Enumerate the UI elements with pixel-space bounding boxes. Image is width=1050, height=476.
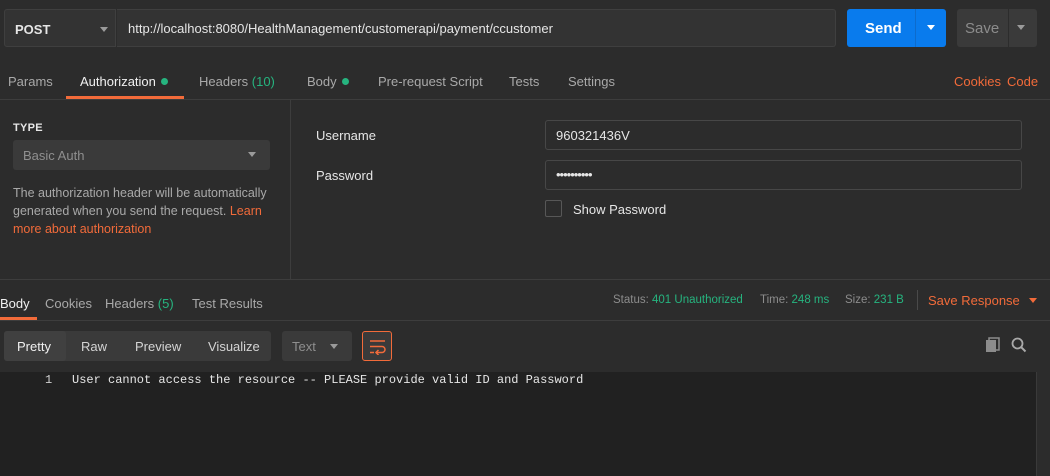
- status-dot: [160, 78, 168, 85]
- chevron-down-icon: [248, 152, 256, 157]
- copy-icon[interactable]: [985, 337, 1001, 353]
- save-divider: [1008, 9, 1009, 47]
- method-select[interactable]: POST: [4, 9, 116, 47]
- password-field[interactable]: ••••••••••: [545, 160, 1022, 190]
- tab-label: Tests: [509, 74, 540, 89]
- tab-label: Body: [307, 74, 337, 89]
- auth-type-heading: TYPE: [13, 122, 43, 134]
- tab-label: Headers: [105, 296, 155, 311]
- response-tab-headers[interactable]: Headers (5): [105, 296, 174, 311]
- status-dot: [341, 78, 349, 85]
- wrap-lines-button[interactable]: [362, 331, 392, 361]
- tab-body[interactable]: Body: [307, 74, 349, 89]
- tab-params[interactable]: Params: [8, 74, 53, 89]
- code-line: User cannot access the resource -- PLEAS…: [72, 373, 584, 387]
- auth-description: The authorization header will be automat…: [13, 184, 278, 238]
- status-divider: [917, 290, 918, 310]
- chevron-down-icon: [100, 27, 108, 32]
- tab-label: Settings: [568, 74, 615, 89]
- panel-divider: [290, 100, 291, 280]
- line-number: 1: [45, 373, 53, 387]
- response-tab-test-results[interactable]: Test Results: [192, 296, 263, 311]
- code-link[interactable]: Code: [1007, 74, 1038, 89]
- response-tabs-divider: [0, 320, 1050, 321]
- search-icon[interactable]: [1011, 337, 1027, 353]
- size-value: 231 B: [873, 294, 904, 306]
- auth-type-value: Basic Auth: [23, 148, 85, 163]
- tab-label: Headers: [199, 74, 249, 89]
- size-readout: Size: 231 B: [845, 294, 904, 306]
- status-value: 401 Unauthorized: [652, 294, 743, 306]
- view-mode-raw[interactable]: Raw: [81, 339, 107, 354]
- url-input[interactable]: http://localhost:8080/HealthManagement/c…: [117, 9, 836, 47]
- cookies-link[interactable]: Cookies: [954, 74, 1001, 89]
- time-value: 248 ms: [791, 294, 830, 306]
- auth-description-text: The authorization header will be automat…: [13, 186, 267, 218]
- send-divider: [915, 9, 916, 47]
- format-value: Text: [292, 339, 316, 354]
- save-button[interactable]: Save: [957, 9, 1037, 47]
- tab-count: (10): [251, 74, 275, 89]
- send-button[interactable]: Send: [847, 9, 946, 47]
- view-mode-preview[interactable]: Preview: [135, 339, 181, 354]
- tab-label: Authorization: [80, 74, 156, 89]
- response-tab-body[interactable]: Body: [0, 296, 30, 311]
- password-label: Password: [316, 168, 374, 183]
- chevron-down-icon: [330, 344, 338, 349]
- time-readout: Time: 248 ms: [760, 294, 829, 306]
- tab-pre-request-script[interactable]: Pre-request Script: [378, 74, 483, 89]
- status-readout: Status: 401 Unauthorized: [613, 294, 743, 306]
- save-response-label: Save Response: [928, 293, 1020, 308]
- method-label: POST: [15, 22, 51, 37]
- auth-type-select[interactable]: Basic Auth: [13, 140, 270, 170]
- url-text: http://localhost:8080/HealthManagement/c…: [128, 21, 553, 36]
- send-label: Send: [865, 20, 902, 37]
- size-label: Size:: [845, 294, 871, 306]
- tab-headers[interactable]: Headers (10): [199, 74, 275, 89]
- tab-label: Pre-request Script: [378, 74, 483, 89]
- save-response-button[interactable]: Save Response: [928, 293, 1038, 308]
- tab-settings[interactable]: Settings: [568, 74, 615, 89]
- username-field[interactable]: 960321436V: [545, 120, 1022, 150]
- view-mode-visualize[interactable]: Visualize: [208, 339, 260, 354]
- chevron-down-icon: [1029, 298, 1038, 303]
- tab-label: Params: [8, 74, 53, 89]
- password-value: ••••••••••: [556, 167, 593, 182]
- view-mode-pretty[interactable]: Pretty: [17, 339, 51, 354]
- show-password-checkbox[interactable]: [545, 200, 562, 217]
- save-label: Save: [965, 20, 1000, 37]
- tab-count: (5): [157, 296, 174, 311]
- username-value: 960321436V: [556, 128, 630, 143]
- show-password-label: Show Password: [573, 202, 667, 217]
- tabs-divider: [0, 99, 1050, 100]
- response-body-editor[interactable]: 1 User cannot access the resource -- PLE…: [0, 372, 1036, 476]
- send-options-chevron-icon[interactable]: [927, 25, 935, 30]
- wrap-icon: [370, 340, 386, 355]
- save-options-chevron-icon[interactable]: [1017, 25, 1025, 30]
- tab-authorization[interactable]: Authorization: [80, 74, 168, 89]
- time-label: Time:: [760, 294, 789, 306]
- username-label: Username: [316, 128, 376, 143]
- status-label: Status:: [613, 294, 649, 306]
- response-tab-cookies[interactable]: Cookies: [45, 296, 92, 311]
- tab-tests[interactable]: Tests: [509, 74, 539, 89]
- format-select[interactable]: Text: [282, 331, 352, 361]
- editor-scrollbar[interactable]: [1036, 372, 1050, 476]
